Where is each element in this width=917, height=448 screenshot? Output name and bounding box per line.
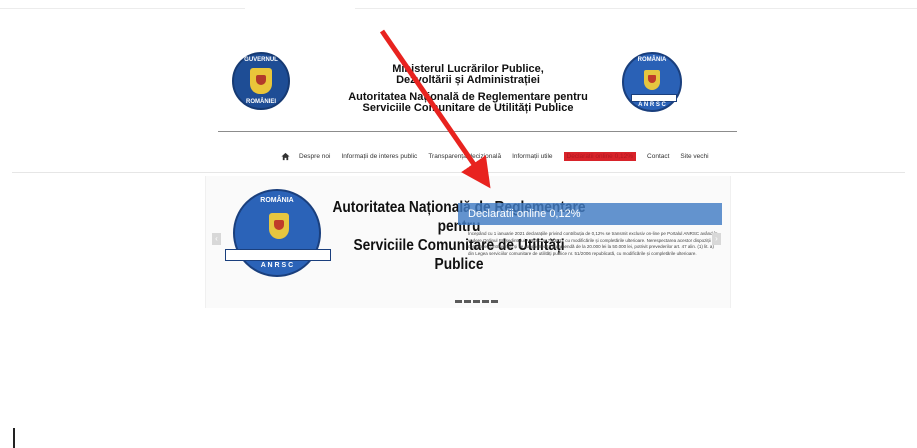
annotation-arrow-icon — [379, 29, 491, 189]
text-cursor — [13, 428, 15, 448]
